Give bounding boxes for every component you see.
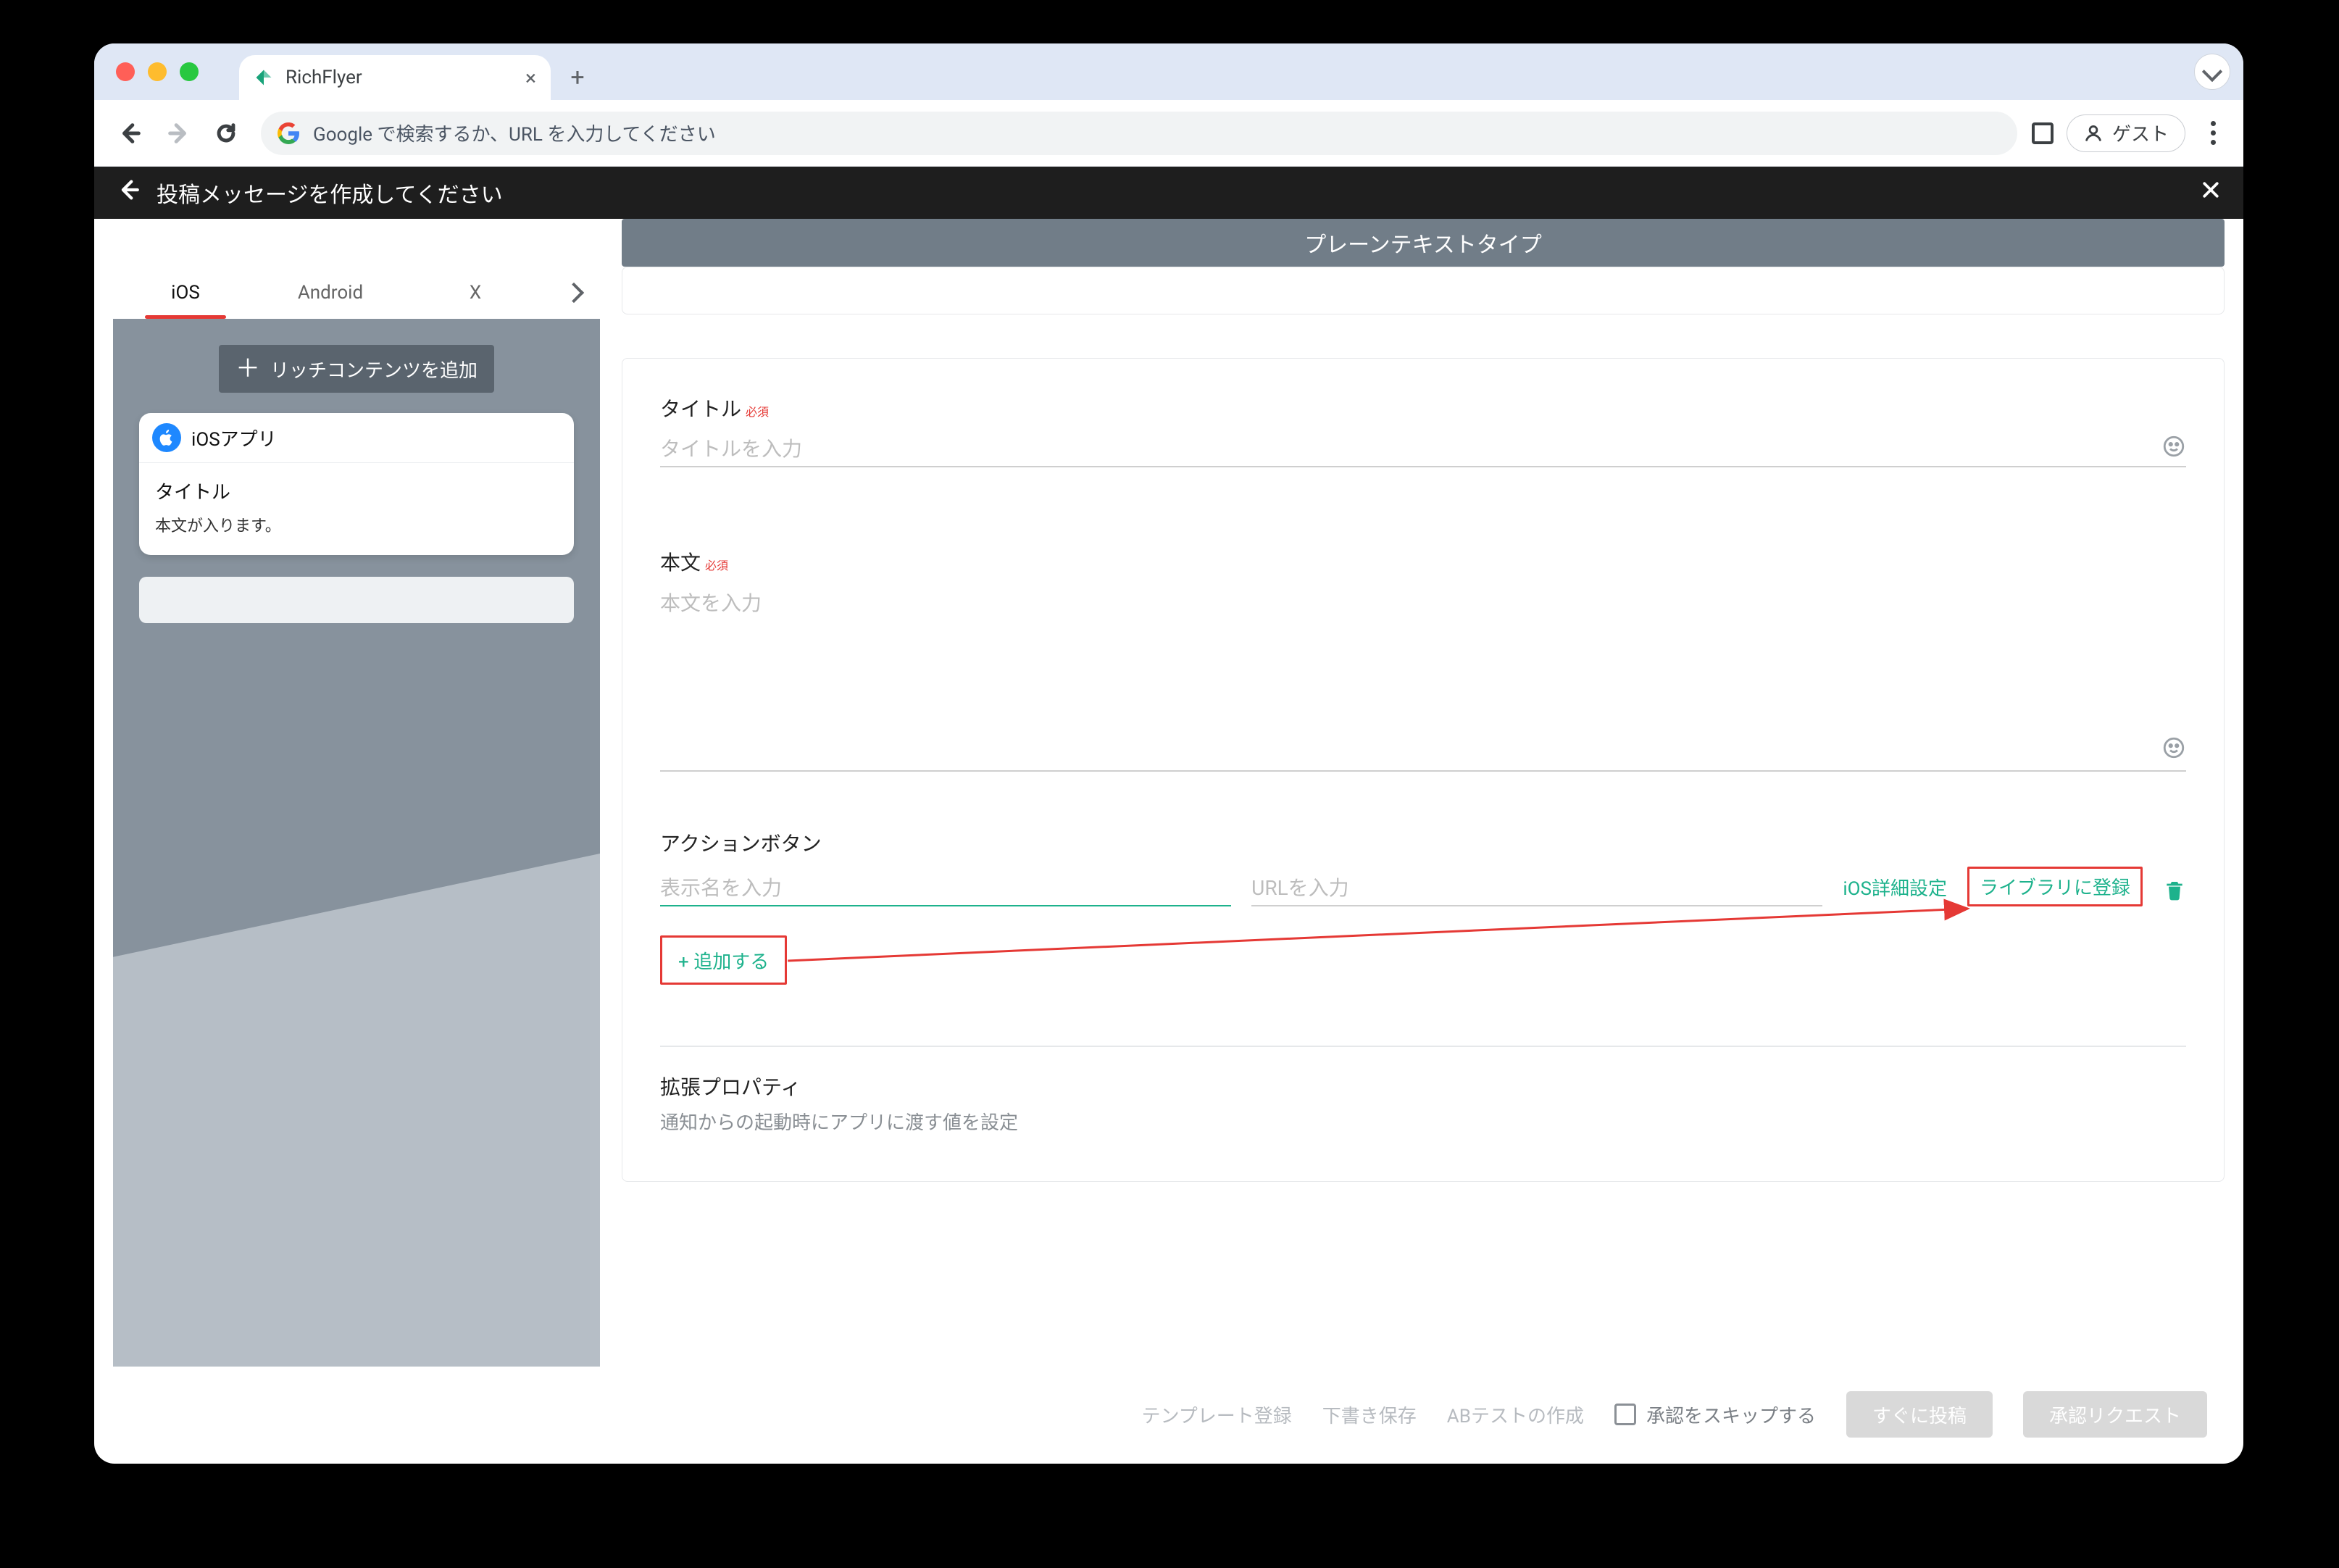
chevron-down-icon: [2202, 62, 2222, 82]
chevron-right-icon: [564, 283, 584, 303]
footer-draft-link[interactable]: 下書き保存: [1322, 1401, 1417, 1428]
action-display-input[interactable]: 表示名を入力: [660, 862, 1231, 906]
footer-skip-approval-label: 承認をスキップする: [1646, 1401, 1816, 1428]
checkbox-icon: [1614, 1404, 1636, 1425]
browser-titlebar: RichFlyer × +: [94, 43, 2243, 100]
browser-tab[interactable]: RichFlyer ×: [239, 55, 551, 100]
footer-skip-approval-checkbox[interactable]: 承認をスキップする: [1614, 1401, 1816, 1428]
emoji-picker-button[interactable]: [2161, 434, 2186, 462]
maximize-window-button[interactable]: [180, 62, 199, 81]
add-rich-content-label: リッチコンテンツを追加: [270, 356, 478, 383]
nav-reload-button[interactable]: [206, 113, 246, 154]
emoji-picker-button[interactable]: [2161, 735, 2186, 763]
nav-forward-button[interactable]: [158, 113, 199, 154]
preview-placeholder: [139, 577, 574, 623]
minimize-window-button[interactable]: [148, 62, 167, 81]
platform-tabs: iOS Android X: [113, 267, 600, 319]
ios-detail-link[interactable]: iOS詳細設定: [1843, 874, 1947, 906]
footer-bar: テンプレート登録 下書き保存 ABテストの作成 承認をスキップする すぐに投稿 …: [113, 1381, 2225, 1448]
top-empty-panel: [622, 267, 2225, 314]
tab-x-label: X: [470, 282, 481, 304]
back-button[interactable]: [116, 178, 141, 208]
message-form-panel: タイトル 必須 タイトルを入力 本文: [622, 358, 2225, 1182]
tab-ios[interactable]: iOS: [113, 267, 258, 319]
action-button-section: アクションボタン 表示名を入力 URLを入力 iOS詳細設定 ライブラリに登録: [660, 828, 2186, 985]
title-required-badge: 必須: [746, 402, 769, 420]
body-label: 本文: [660, 547, 701, 576]
browser-tab-title: RichFlyer: [285, 67, 362, 88]
footer-template-link[interactable]: テンプレート登録: [1142, 1401, 1292, 1428]
title-placeholder: タイトルを入力: [660, 433, 802, 462]
action-url-placeholder: URLを入力: [1251, 872, 1349, 901]
tab-ios-label: iOS: [171, 282, 200, 304]
favicon-icon: [254, 67, 274, 88]
nav-back-button[interactable]: [110, 113, 151, 154]
body-textarea[interactable]: 本文を入力: [660, 583, 2186, 772]
delete-action-button[interactable]: [2163, 877, 2186, 906]
preview-title: タイトル: [155, 478, 558, 504]
notification-preview-card: iOSアプリ タイトル 本文が入ります。: [139, 413, 574, 555]
browser-window: RichFlyer × + Google で検索するか: [94, 43, 2243, 1464]
extended-props-label: 拡張プロパティ: [660, 1072, 2186, 1101]
body-placeholder: 本文を入力: [660, 588, 762, 617]
tab-x[interactable]: X: [403, 267, 548, 319]
title-label: タイトル: [660, 393, 741, 422]
add-rich-content-button[interactable]: ＋ リッチコンテンツを追加: [219, 345, 494, 393]
google-icon: [277, 122, 300, 145]
tab-overflow-button[interactable]: [2194, 54, 2230, 90]
preview-app-name: iOSアプリ: [191, 425, 277, 451]
body-field: 本文 必須 本文を入力: [660, 547, 2186, 772]
browser-toolbar: Google で検索するか、URL を入力してください ゲスト: [94, 100, 2243, 167]
preview-sidebar: iOS Android X ＋ リッチコンテンツを追加: [113, 267, 600, 1367]
app-header-title: 投稿メッセージを作成してください: [157, 177, 503, 209]
tab-android-label: Android: [298, 282, 363, 304]
footer-request-approval-button[interactable]: 承認リクエスト: [2023, 1391, 2207, 1438]
close-window-button[interactable]: [116, 62, 135, 81]
footer-post-now-button[interactable]: すぐに投稿: [1846, 1391, 1993, 1438]
app-close-button[interactable]: [2200, 179, 2222, 207]
tab-android[interactable]: Android: [258, 267, 403, 319]
preview-body: 本文が入ります。: [155, 513, 558, 536]
tab-close-icon[interactable]: ×: [525, 66, 536, 90]
omnibox[interactable]: Google で検索するか、URL を入力してください: [261, 112, 2017, 155]
apple-icon: [152, 423, 181, 452]
panel-icon[interactable]: [2032, 122, 2054, 144]
register-library-link[interactable]: ライブラリに登録: [1967, 867, 2143, 906]
title-input[interactable]: タイトルを入力: [660, 430, 2186, 467]
action-url-input[interactable]: URLを入力: [1251, 862, 1822, 906]
window-controls: [116, 62, 199, 81]
action-label: アクションボタン: [660, 828, 822, 857]
person-icon: [2083, 123, 2104, 143]
body-required-badge: 必須: [705, 556, 728, 573]
content-type-banner: プレーンテキストタイプ: [622, 219, 2225, 267]
extended-props-description: 通知からの起動時にアプリに渡す値を設定: [660, 1108, 2186, 1135]
content-type-label: プレーンテキストタイプ: [1304, 227, 1542, 259]
tabs-more-button[interactable]: [548, 267, 600, 319]
action-display-placeholder: 表示名を入力: [660, 872, 782, 901]
footer-abtest-link[interactable]: ABテストの作成: [1447, 1401, 1584, 1428]
add-action-button[interactable]: + 追加する: [662, 938, 785, 983]
browser-menu-button[interactable]: [2198, 121, 2227, 145]
profile-guest-label: ゲスト: [2112, 120, 2169, 146]
title-field: タイトル 必須 タイトルを入力: [660, 393, 2186, 467]
add-action-label: + 追加する: [678, 947, 769, 974]
app-header: 投稿メッセージを作成してください: [94, 167, 2243, 219]
profile-guest-button[interactable]: ゲスト: [2067, 114, 2185, 152]
omnibox-placeholder: Google で検索するか、URL を入力してください: [313, 120, 716, 146]
section-divider: [660, 1046, 2186, 1047]
new-tab-button[interactable]: +: [559, 59, 596, 96]
